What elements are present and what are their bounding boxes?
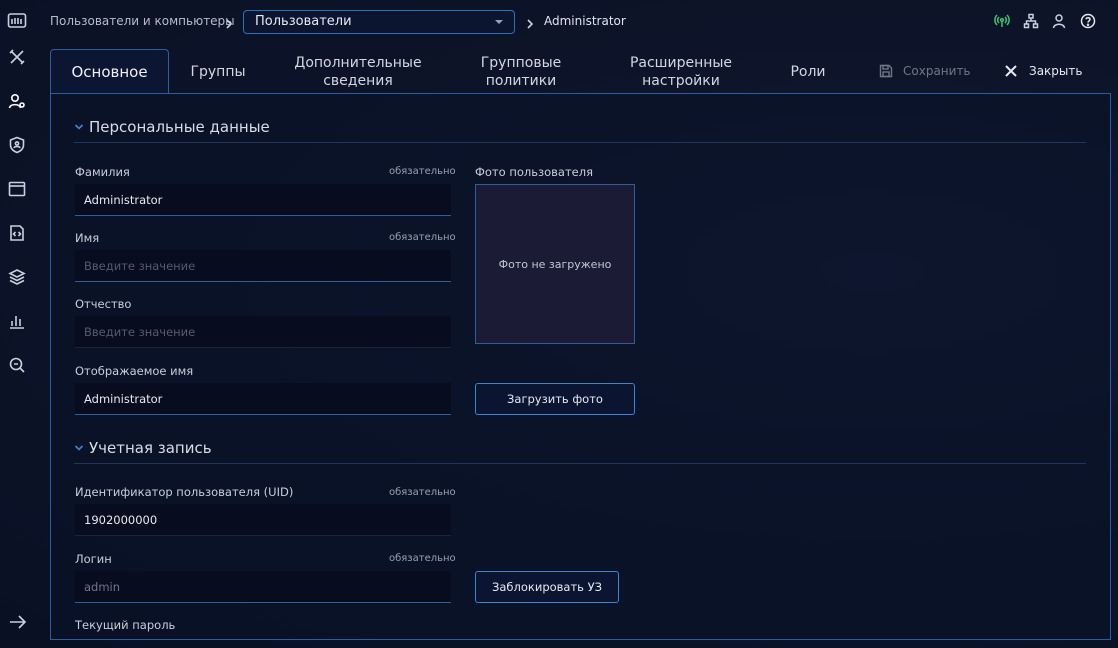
section-account-toggle[interactable]: Учетная запись [74,439,212,457]
patronymic-field[interactable]: Введите значение [75,316,451,348]
section-account-title: Учетная запись [89,439,212,457]
expand-arrow-icon[interactable] [8,613,28,631]
breadcrumb-select-value: Пользователи [255,14,352,29]
app-window: Пользователи и компьютеры Пользователи A… [0,0,1118,648]
help-icon[interactable] [1080,13,1096,29]
tab-additional-info[interactable]: Дополнительные сведения [283,49,433,94]
required-mark: обязательно [389,487,456,498]
required-mark: обязательно [389,232,456,243]
breadcrumb-current: Administrator [544,14,626,28]
connection-status-icon[interactable] [994,13,1010,29]
close-button-label: Закрыть [1029,64,1083,78]
name-label: Имя [75,231,100,245]
search-zoom-icon[interactable] [8,356,26,374]
breadcrumb-select[interactable]: Пользователи [243,10,515,34]
login-field[interactable]: admin [75,571,451,603]
save-button[interactable]: Сохранить [879,62,971,80]
name-field[interactable]: Введите значение [75,250,451,282]
section-divider [74,463,1086,464]
tab-groups[interactable]: Группы [175,49,261,94]
display-name-field[interactable]: Administrator [75,383,451,415]
photo-empty-text: Фото не загружено [498,257,612,271]
uid-label: Идентификатор пользователя (UID) [75,485,294,499]
patronymic-label: Отчество [75,297,132,311]
required-mark: обязательно [389,553,456,564]
users-icon[interactable] [8,92,26,110]
chevron-right-icon [525,15,535,29]
photo-label: Фото пользователя [475,165,594,179]
current-password-label: Текущий пароль [75,618,176,632]
tools-icon[interactable] [8,48,26,66]
tab-main[interactable]: Основное [50,49,169,94]
chevron-down-icon [74,124,84,130]
surname-field[interactable]: Administrator [75,184,451,216]
display-name-label: Отображаемое имя [75,364,194,378]
section-personal-toggle[interactable]: Персональные данные [74,118,270,136]
chevron-right-icon [224,15,234,29]
section-divider [74,142,1086,143]
upload-photo-button[interactable]: Загрузить фото [475,383,635,415]
tab-roles[interactable]: Роли [776,49,840,94]
user-profile-icon[interactable] [1051,13,1067,29]
lock-account-button[interactable]: Заблокировать УЗ [475,571,619,603]
chevron-down-icon [74,445,84,451]
login-label: Логин [75,552,112,566]
caret-down-icon [495,20,503,24]
section-personal-title: Персональные данные [89,118,270,136]
required-mark: обязательно [389,166,456,177]
layers-icon[interactable] [8,268,26,286]
uid-field[interactable]: 1902000000 [75,504,451,536]
photo-placeholder: Фото не загружено [475,184,635,344]
close-button[interactable]: Закрыть [1004,62,1082,80]
save-button-label: Сохранить [903,64,971,78]
network-tree-icon[interactable] [1023,13,1039,29]
window-icon[interactable] [8,180,26,198]
breadcrumb-root[interactable]: Пользователи и компьютеры [50,14,235,28]
left-rail [0,0,34,648]
security-shield-icon[interactable] [8,136,26,154]
tab-advanced-settings[interactable]: Расширенные настройки [610,49,752,94]
chart-icon[interactable] [8,312,26,330]
top-bar: Пользователи и компьютеры Пользователи A… [0,0,1118,44]
close-icon [1005,65,1017,77]
tab-group-policies[interactable]: Групповые политики [462,49,580,94]
surname-label: Фамилия [75,165,130,179]
floppy-disk-icon [879,64,893,78]
code-file-icon[interactable] [8,224,26,242]
